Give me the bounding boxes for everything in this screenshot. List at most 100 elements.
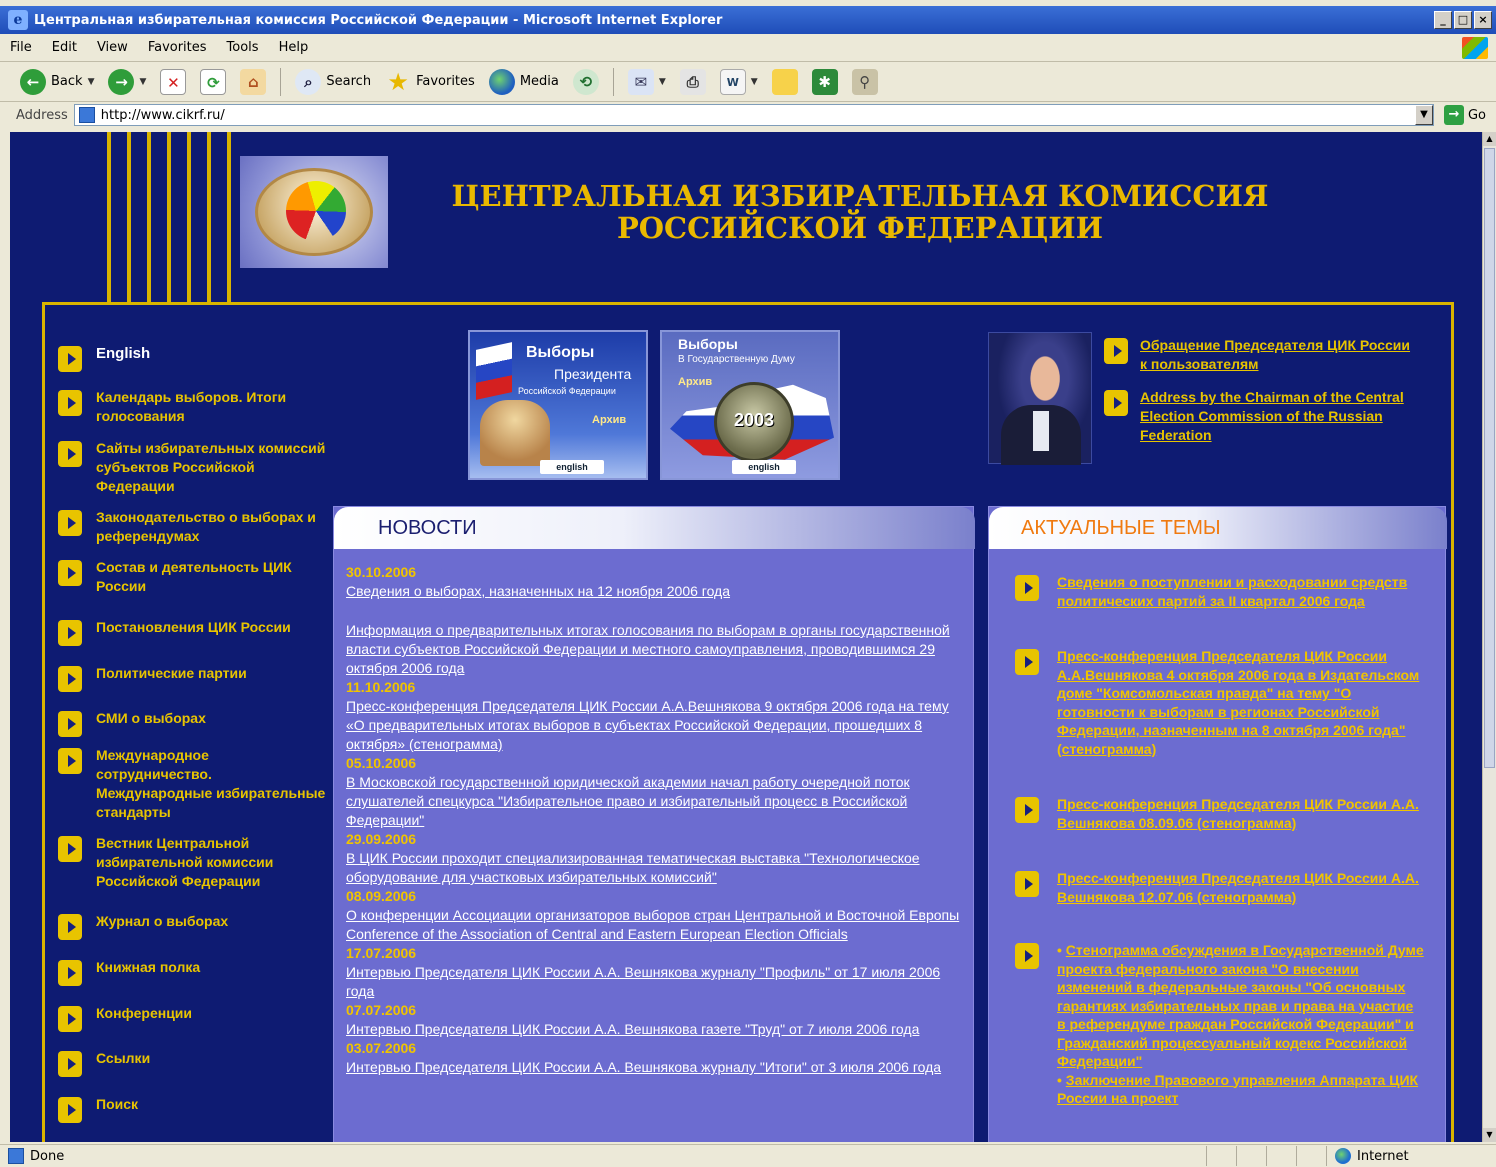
history-button[interactable]: ⟲ <box>569 67 603 97</box>
nav-item-legislation[interactable]: Законодательство о выборах и референдума… <box>58 508 328 546</box>
address-dropdown-icon[interactable]: ▼ <box>1414 105 1433 125</box>
nav-item-english[interactable]: English <box>58 344 328 372</box>
menu-file[interactable]: File <box>0 40 42 55</box>
back-button[interactable]: ← Back ▼ <box>16 67 98 97</box>
menu-favorites[interactable]: Favorites <box>138 40 217 55</box>
mail-dropdown-icon[interactable]: ▼ <box>659 77 666 87</box>
duma-elections-banner[interactable]: 2003 Выборы В Государственную Думу Архив… <box>660 330 840 480</box>
president-elections-banner[interactable]: Выборы Президента Российской Федерации А… <box>468 330 648 480</box>
address-input[interactable]: http://www.cikrf.ru/ ▼ <box>73 104 1434 126</box>
history-icon: ⟲ <box>572 68 599 95</box>
topic-item[interactable]: Пресс-конференция Председателя ЦИК Росси… <box>1015 647 1425 758</box>
stop-button[interactable]: ✕ <box>156 67 190 97</box>
news-link[interactable]: Интервью Председателя ЦИК России А.А. Ве… <box>346 1020 966 1039</box>
news-link[interactable]: О конференции Ассоциации организаторов в… <box>346 906 966 925</box>
topic-sub-item[interactable]: • Стенограмма обсуждения в Государственн… <box>1057 941 1425 1071</box>
security-zone-label: Internet <box>1357 1148 1409 1164</box>
topic-item[interactable]: Пресс-конференция Председателя ЦИК Росси… <box>1015 795 1425 832</box>
forward-dropdown-icon[interactable]: ▼ <box>139 77 146 87</box>
favorites-button[interactable]: ★ Favorites <box>381 67 479 97</box>
news-link[interactable]: Интервью Председателя ЦИК России А.А. Ве… <box>346 963 966 1001</box>
news-link[interactable]: Пресс-конференция Председателя ЦИК Росси… <box>346 697 966 754</box>
home-button[interactable]: ⌂ <box>236 67 270 97</box>
arrow-bullet-icon <box>1015 575 1039 601</box>
president-english-link[interactable]: english <box>540 460 604 474</box>
maximize-button[interactable]: □ <box>1454 11 1472 29</box>
page-status-icon <box>8 1148 24 1164</box>
news-heading: НОВОСТИ <box>378 517 477 539</box>
nav-item-search[interactable]: Поиск <box>58 1095 328 1123</box>
duma-english-link[interactable]: english <box>732 460 796 474</box>
arrow-bullet-icon <box>58 711 82 737</box>
news-link[interactable]: В Московской государственной юридической… <box>346 773 966 830</box>
close-button[interactable]: × <box>1474 11 1492 29</box>
news-date: 08.09.2006 <box>346 888 417 904</box>
scroll-down-icon[interactable]: ▼ <box>1483 1128 1496 1142</box>
media-globe-icon <box>488 68 515 95</box>
messenger-button[interactable]: ✱ <box>808 67 842 97</box>
arrow-bullet-icon <box>58 666 82 692</box>
nav-item-resolutions[interactable]: Постановления ЦИК России <box>58 618 328 646</box>
news-date: 29.09.2006 <box>346 831 417 847</box>
arrow-bullet-icon <box>58 960 82 986</box>
nav-item-links[interactable]: Ссылки <box>58 1049 328 1077</box>
news-link[interactable]: Информация о предварительных итогах голо… <box>346 621 966 678</box>
windows-logo-icon <box>1462 36 1488 59</box>
internet-zone-icon <box>1335 1148 1351 1164</box>
news-list: 30.10.2006 Сведения о выборах, назначенн… <box>346 563 966 1077</box>
menu-view[interactable]: View <box>87 40 138 55</box>
menu-help[interactable]: Help <box>269 40 319 55</box>
kremlin-building-image <box>480 400 550 466</box>
nav-item-media[interactable]: СМИ о выборах <box>58 709 328 737</box>
forward-button[interactable]: → ▼ <box>104 67 150 97</box>
nav-item-regional-sites[interactable]: Сайты избирательных комиссий субъектов Р… <box>58 439 328 496</box>
mail-button[interactable]: ✉ ▼ <box>624 67 670 97</box>
browser-window: e Центральная избирательная комиссия Рос… <box>0 0 1496 1167</box>
nav-item-conferences[interactable]: Конференции <box>58 1004 328 1032</box>
folder-button[interactable] <box>768 67 802 97</box>
edit-button[interactable]: W ▼ <box>716 67 762 97</box>
nav-item-calendar[interactable]: Календарь выборов. Итоги голосования <box>58 388 328 426</box>
star-icon: ★ <box>387 67 409 96</box>
nav-item-composition[interactable]: Состав и деятельность ЦИК России <box>58 558 328 596</box>
topic-sub-item[interactable]: • Заключение Правового управления Аппара… <box>1057 1071 1425 1108</box>
scroll-thumb[interactable] <box>1484 148 1495 768</box>
go-button[interactable]: → Go <box>1443 105 1486 125</box>
topics-panel-header: АКТУАЛЬНЫЕ ТЕМЫ <box>989 507 1447 549</box>
print-button[interactable]: ⎙ <box>676 67 710 97</box>
research-button[interactable]: ⚲ <box>848 67 882 97</box>
minimize-button[interactable]: _ <box>1434 11 1452 29</box>
arrow-bullet-icon <box>58 1051 82 1077</box>
news-link[interactable]: В ЦИК России проходит специализированная… <box>346 849 966 887</box>
back-dropdown-icon[interactable]: ▼ <box>88 77 95 87</box>
topic-item[interactable]: Сведения о поступлении и расходовании ср… <box>1015 573 1425 610</box>
topic-item[interactable]: • Стенограмма обсуждения в Государственн… <box>1015 941 1425 1108</box>
nav-item-parties[interactable]: Политические партии <box>58 664 328 692</box>
arrow-bullet-icon <box>58 620 82 646</box>
media-button[interactable]: Media <box>485 67 563 97</box>
nav-item-international[interactable]: Международное сотрудничество. Международ… <box>58 746 328 822</box>
search-button[interactable]: ⌕ Search <box>291 67 375 97</box>
news-link[interactable]: Conference of the Association of Central… <box>346 925 966 944</box>
chairman-photo[interactable] <box>988 332 1092 465</box>
vertical-scrollbar[interactable]: ▲ ▼ <box>1482 132 1496 1142</box>
arrow-bullet-icon <box>58 560 82 586</box>
cec-logo[interactable] <box>240 156 388 268</box>
back-arrow-icon: ← <box>20 68 46 95</box>
chairman-address-en-link[interactable]: Address by the Chairman of the Central E… <box>1104 388 1414 445</box>
refresh-button[interactable]: ⟳ <box>196 67 230 97</box>
topic-item[interactable]: Пресс-конференция Председателя ЦИК Росси… <box>1015 869 1425 906</box>
scroll-up-icon[interactable]: ▲ <box>1483 132 1496 146</box>
nav-item-bookshelf[interactable]: Книжная полка <box>58 958 328 986</box>
address-url[interactable]: http://www.cikrf.ru/ <box>101 108 225 123</box>
news-link[interactable]: Интервью Председателя ЦИК России А.А. Ве… <box>346 1058 966 1077</box>
chairman-address-ru-link[interactable]: Обращение Председателя ЦИК России к поль… <box>1104 336 1414 374</box>
ie-icon: e <box>8 10 28 30</box>
menu-edit[interactable]: Edit <box>42 40 87 55</box>
menu-tools[interactable]: Tools <box>217 40 269 55</box>
news-link[interactable]: Сведения о выборах, назначенных на 12 но… <box>346 582 966 601</box>
news-date: 17.07.2006 <box>346 945 417 961</box>
edit-dropdown-icon[interactable]: ▼ <box>751 77 758 87</box>
nav-item-journal[interactable]: Журнал о выборах <box>58 912 328 940</box>
nav-item-bulletin[interactable]: Вестник Центральной избирательной комисс… <box>58 834 328 891</box>
